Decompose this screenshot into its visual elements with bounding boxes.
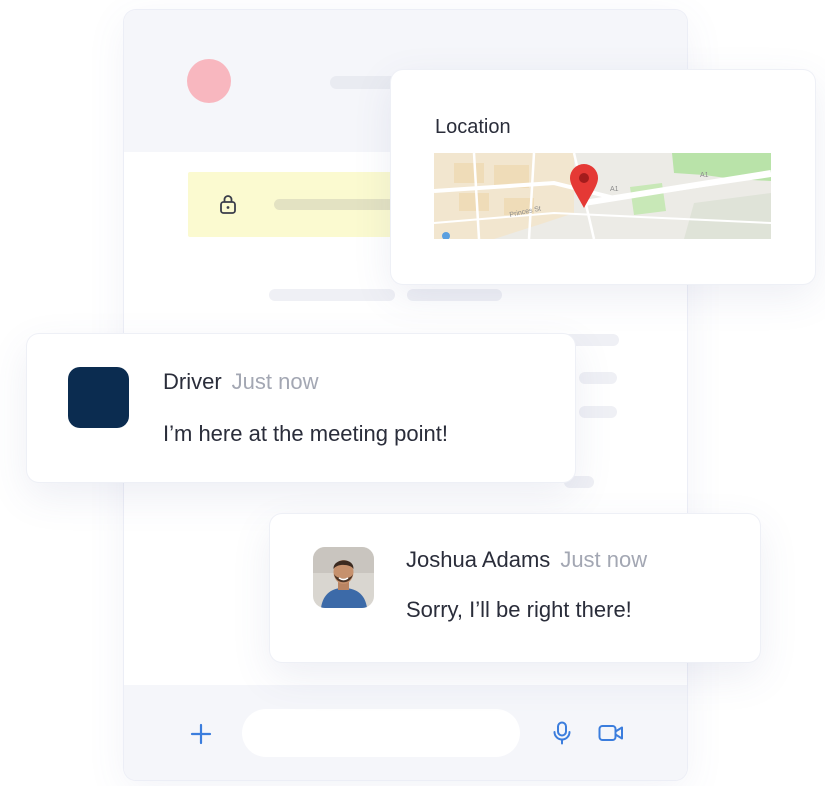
microphone-icon[interactable]	[552, 721, 572, 745]
content-placeholder	[579, 406, 617, 418]
chat-illustration: Location Princes St A1 A1 Driver Just no…	[0, 0, 825, 786]
sender-name: Driver	[163, 369, 222, 394]
plus-icon[interactable]	[190, 723, 212, 745]
content-placeholder	[269, 289, 395, 301]
content-placeholder	[407, 289, 502, 301]
message-composer	[124, 685, 687, 780]
message-text: I’m here at the meeting point!	[163, 421, 448, 446]
contact-avatar[interactable]	[187, 59, 231, 103]
message-card-driver[interactable]: Driver Just now I’m here at the meeting p…	[27, 334, 575, 482]
joshua-avatar	[313, 547, 374, 608]
message-header: Driver Just now	[163, 369, 319, 395]
video-camera-icon[interactable]	[598, 723, 624, 743]
message-input[interactable]	[242, 709, 520, 757]
driver-avatar	[68, 367, 129, 428]
map-street-label: A1	[700, 172, 709, 179]
content-placeholder	[579, 372, 617, 384]
location-card[interactable]: Location Princes St A1 A1	[391, 70, 815, 284]
message-time: Just now	[560, 547, 648, 572]
map-street-label: A1	[610, 186, 619, 193]
location-title: Location	[435, 116, 511, 138]
message-card-joshua[interactable]: Joshua Adams Just now Sorry, I’ll be righ…	[270, 514, 760, 662]
message-time: Just now	[231, 369, 319, 394]
lock-icon	[220, 195, 236, 214]
message-text: Sorry, I’ll be right there!	[406, 597, 632, 622]
sender-name: Joshua Adams	[406, 547, 551, 572]
location-map[interactable]: Princes St A1 A1	[434, 153, 771, 239]
message-header: Joshua Adams Just now	[406, 547, 647, 573]
